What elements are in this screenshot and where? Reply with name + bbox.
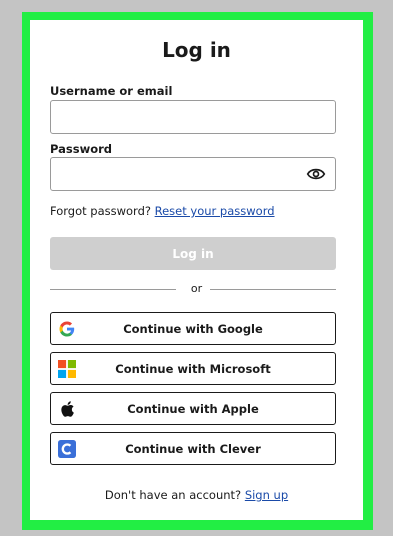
- username-input[interactable]: [50, 100, 336, 134]
- microsoft-icon: [57, 359, 77, 379]
- password-input[interactable]: [50, 157, 336, 191]
- continue-with-microsoft-button[interactable]: Continue with Microsoft: [50, 352, 336, 385]
- signup-text: Don't have an account?: [104, 488, 242, 502]
- google-button-label: Continue with Google: [123, 321, 263, 336]
- continue-with-apple-button[interactable]: Continue with Apple: [50, 392, 336, 425]
- google-icon: [57, 319, 77, 339]
- signup-link[interactable]: Sign up: [245, 488, 288, 502]
- continue-with-clever-button[interactable]: Continue with Clever: [50, 432, 336, 465]
- password-label: Password: [50, 142, 112, 156]
- forgot-password-row: Forgot password? Reset your password: [50, 204, 275, 218]
- reset-password-link[interactable]: Reset your password: [155, 204, 275, 218]
- forgot-password-text: Forgot password?: [50, 204, 151, 218]
- signup-row: Don't have an account? Sign up: [30, 488, 363, 502]
- show-password-icon[interactable]: [306, 164, 326, 184]
- clever-button-label: Continue with Clever: [125, 441, 261, 456]
- clever-icon: [57, 439, 77, 459]
- login-button[interactable]: Log in: [50, 237, 336, 270]
- page-title: Log in: [162, 38, 231, 62]
- username-label: Username or email: [50, 84, 173, 98]
- apple-button-label: Continue with Apple: [127, 401, 259, 416]
- apple-icon: [57, 399, 77, 419]
- divider-right: [210, 289, 336, 290]
- continue-with-google-button[interactable]: Continue with Google: [50, 312, 336, 345]
- microsoft-button-label: Continue with Microsoft: [115, 361, 271, 376]
- login-card: Log in Username or email Password Forgot…: [30, 20, 363, 520]
